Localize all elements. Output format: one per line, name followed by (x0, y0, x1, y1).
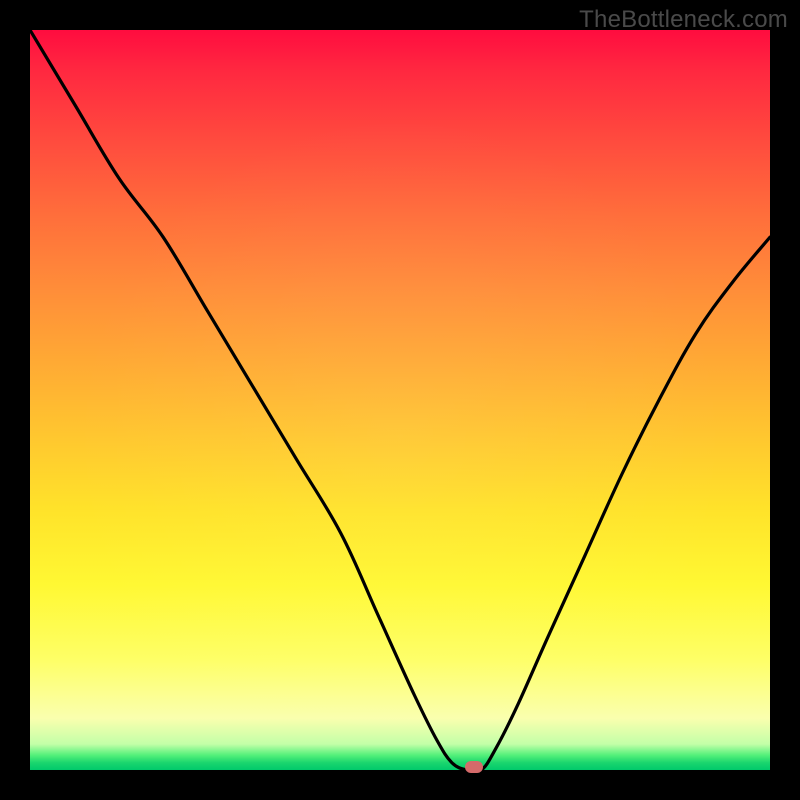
minimum-marker (465, 761, 483, 773)
curve-svg (30, 30, 770, 770)
chart-frame: TheBottleneck.com (0, 0, 800, 800)
plot-area (30, 30, 770, 770)
watermark-text: TheBottleneck.com (579, 6, 788, 34)
bottleneck-curve-path (30, 30, 770, 770)
